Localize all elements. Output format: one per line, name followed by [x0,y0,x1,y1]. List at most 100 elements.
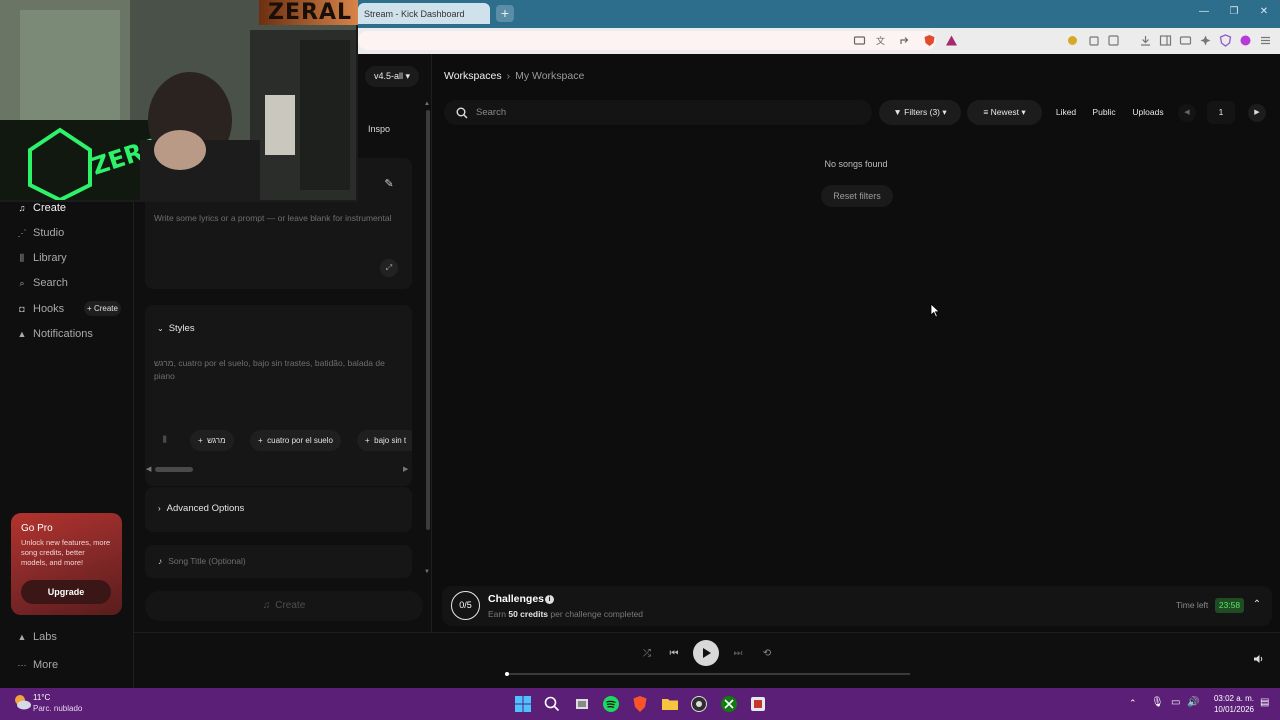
network-icon[interactable]: ▭ [1171,697,1180,708]
vertical-scrollbar[interactable] [426,110,430,530]
lyrics-placeholder[interactable]: Write some lyrics or a prompt — or leave… [154,212,394,225]
inspo-tab[interactable]: Inspo [351,118,407,140]
app-icon[interactable] [749,695,767,713]
file-explorer-icon[interactable] [661,695,679,713]
breadcrumb-workspaces[interactable]: Workspaces [444,70,502,82]
volume-icon[interactable] [1253,653,1267,667]
advanced-options-toggle[interactable]: › Advanced Options [158,503,244,514]
scroll-down-icon[interactable]: ▼ [424,569,430,575]
taskbar-clock[interactable]: 03:02 a. m. 10/01/2026 [1208,693,1254,715]
horizontal-scrollbar[interactable] [155,467,193,472]
shuffle-icon[interactable]: ⤮ [640,647,654,661]
tray-overflow-icon[interactable]: ⌃ [1129,698,1137,709]
minimize-button[interactable]: — [1196,6,1212,20]
maximize-button[interactable]: ❐ [1226,6,1242,20]
sort-button[interactable]: ≡ Newest ▾ [967,100,1042,125]
style-tag[interactable]: + מרגש [190,430,234,451]
puzzle-icon[interactable] [1088,34,1101,47]
styles-toggle[interactable]: ⌄ Styles [157,323,195,334]
public-toggle[interactable]: Public [1089,100,1119,125]
speaker-icon[interactable]: 🔊 [1187,697,1199,708]
liked-toggle[interactable]: Liked [1051,100,1081,125]
hooks-icon: ◘ [19,304,25,314]
brave-browser-icon[interactable] [631,695,649,713]
taskbar-search-icon[interactable] [543,695,561,713]
search-bar[interactable] [444,100,872,125]
leo-icon[interactable] [1199,34,1212,47]
new-tab-button[interactable]: + [496,5,514,22]
task-view-icon[interactable] [573,695,591,713]
vpn-icon[interactable] [1219,34,1232,47]
sidebar-item-search[interactable]: ⌕ Search [17,274,67,292]
chevron-up-icon[interactable]: ⌃ [1250,598,1264,612]
wallet-icon[interactable] [1179,34,1192,47]
style-tag[interactable]: + bajo sin t [357,430,412,451]
browser-tab[interactable]: Stream - Kick Dashboard [358,3,490,24]
download-icon[interactable] [1139,34,1152,47]
upgrade-button[interactable]: Upgrade [21,580,111,604]
sidebar-item-library[interactable]: ⫼ Library [17,249,67,267]
more-icon: ··· [17,660,27,670]
sidebar-item-studio[interactable]: ⋰ Studio [17,224,65,242]
page-number[interactable]: 1 [1207,101,1235,124]
share-icon[interactable] [898,34,911,47]
scroll-left-icon[interactable]: ◀ [146,465,151,473]
previous-track-icon[interactable]: ⏮ [667,647,681,661]
cast-icon[interactable] [853,34,866,47]
scroll-right-icon[interactable]: ▶ [403,465,408,473]
filters-button[interactable]: ▼ Filters (3) ▾ [879,100,961,125]
weather-temperature[interactable]: 11°C [33,693,50,702]
search-input[interactable] [476,107,836,118]
go-pro-title: Go Pro [21,523,53,534]
address-bar[interactable] [358,31,936,50]
expand-icon[interactable]: ⤢ [380,259,398,277]
spotify-icon[interactable] [602,695,620,713]
scroll-up-icon[interactable]: ▲ [424,101,430,107]
progress-bar[interactable] [507,673,910,675]
translate-icon[interactable]: 文 [875,34,888,47]
magic-wand-icon[interactable]: ✎ [380,175,398,193]
library-icon[interactable]: ⫼ [163,435,167,445]
extension-icon[interactable] [1066,34,1079,47]
model-version-label: v4.5-all [373,71,403,81]
next-track-icon[interactable]: ⏭ [731,647,745,661]
brave-shield-icon[interactable] [923,34,936,47]
prev-page-button[interactable]: ◀ [1178,104,1196,122]
sidebar-item-labs[interactable]: ▲ Labs [17,628,57,646]
progress-handle[interactable] [505,672,509,676]
rewards-icon[interactable] [945,34,958,47]
weather-icon[interactable] [12,692,32,712]
sidebar-icon[interactable] [1159,34,1172,47]
styles-input[interactable]: מרגש, cuatro por el suelo, bajo sin tras… [154,357,399,383]
clock-date: 10/01/2026 [1213,705,1254,714]
obs-icon[interactable] [690,695,708,713]
challenges-bar[interactable] [442,586,1272,626]
sidebar-item-more[interactable]: ··· More [17,656,59,674]
close-window-button[interactable]: ✕ [1256,6,1272,20]
hooks-create-button[interactable]: + Create [84,301,121,316]
notifications-icon[interactable]: ▤ [1260,697,1269,708]
sidebar-item-hooks[interactable]: ◘ Hooks [17,300,64,318]
xbox-icon[interactable] [720,695,738,713]
uploads-toggle[interactable]: Uploads [1128,100,1168,125]
style-tag[interactable]: + cuatro por el suelo [250,430,341,451]
song-title-placeholder[interactable]: ♪ Song Title (Optional) [158,556,246,566]
styles-title: Styles [168,323,195,334]
next-page-button[interactable]: ▶ [1248,104,1266,122]
filters-label: Filters (3) [904,107,941,117]
extension2-icon[interactable] [1107,34,1120,47]
menu-icon[interactable] [1259,34,1272,47]
microphone-icon[interactable]: 🎙 [1151,697,1164,708]
info-icon[interactable]: i [545,595,554,604]
reset-filters-button[interactable]: Reset filters [821,185,893,207]
repeat-icon[interactable]: ⟲ [760,647,774,661]
create-button[interactable]: ♫ Create [145,591,423,621]
sidebar-item-notifications[interactable]: ▲ Notifications [17,325,93,343]
profile-icon[interactable] [1239,34,1252,47]
windows-start-icon[interactable] [514,695,532,713]
challenges-desc-suffix: per challenge completed [550,609,644,619]
weather-description[interactable]: Parc. nublado [33,704,82,713]
model-version-dropdown[interactable]: v4.5-all ▾ [365,66,419,87]
play-icon [703,648,711,658]
play-button[interactable] [693,640,719,666]
